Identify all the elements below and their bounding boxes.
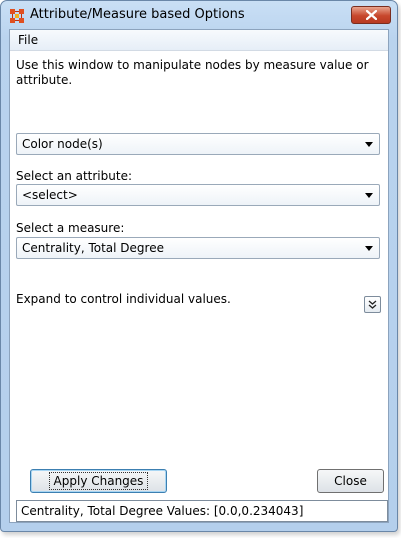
expand-label: Expand to control individual values. — [16, 292, 231, 306]
title-bar[interactable]: Attribute/Measure based Options — [1, 1, 397, 29]
expand-values-button[interactable] — [364, 296, 381, 313]
double-chevron-down-icon — [368, 300, 377, 309]
status-field: Centrality, Total Degree Values: [0.0,0.… — [16, 500, 388, 522]
measure-select[interactable]: Centrality, Total Degree — [16, 237, 380, 259]
chevron-down-icon — [365, 246, 373, 251]
close-icon — [365, 10, 377, 20]
close-button[interactable]: Close — [317, 469, 384, 493]
window-title: Attribute/Measure based Options — [30, 7, 245, 22]
measure-select-value: Centrality, Total Degree — [22, 241, 164, 255]
close-button-label: Close — [334, 474, 367, 488]
status-text: Centrality, Total Degree Values: [0.0,0.… — [21, 504, 304, 518]
window-client-area: File Use this window to manipulate nodes… — [9, 29, 389, 523]
attribute-select-value: <select> — [22, 188, 78, 202]
chevron-down-icon — [365, 193, 373, 198]
chevron-down-icon — [365, 142, 373, 147]
options-window: Attribute/Measure based Options File Use… — [0, 0, 398, 532]
menu-bar: File — [10, 30, 388, 51]
attribute-select[interactable]: <select> — [16, 184, 380, 206]
app-grid-icon — [10, 9, 24, 23]
apply-changes-label: Apply Changes — [48, 472, 149, 490]
measure-select-label: Select a measure: — [16, 221, 125, 235]
window-close-button[interactable] — [351, 6, 391, 24]
instructions-text: Use this window to manipulate nodes by m… — [16, 58, 369, 87]
apply-changes-button[interactable]: Apply Changes — [30, 469, 167, 493]
attribute-select-label: Select an attribute: — [16, 169, 132, 183]
action-select[interactable]: Color node(s) — [16, 133, 380, 155]
action-select-value: Color node(s) — [22, 137, 103, 151]
menu-file[interactable]: File — [16, 32, 40, 48]
